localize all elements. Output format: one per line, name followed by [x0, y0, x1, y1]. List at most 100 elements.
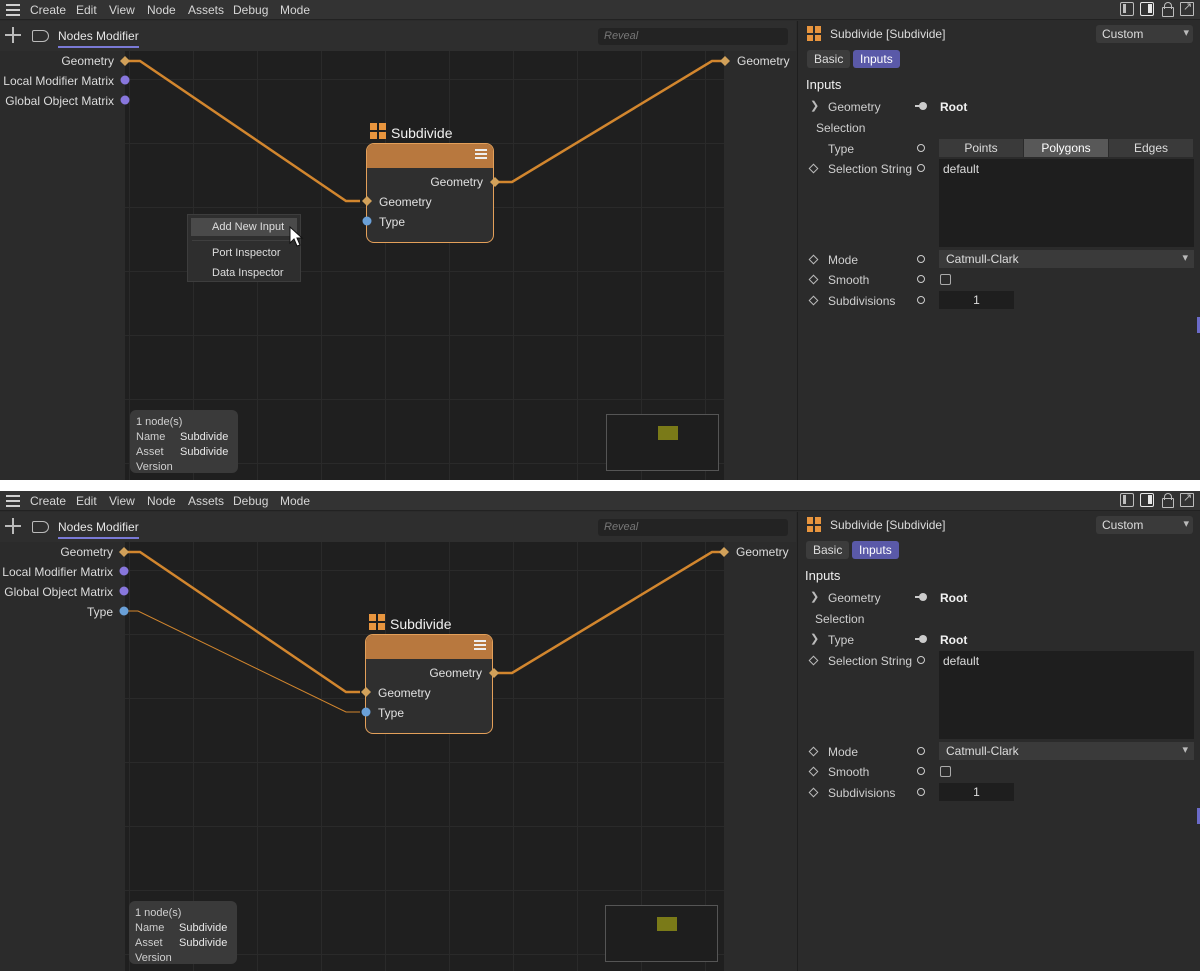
node-port-geometry-out[interactable] [489, 668, 499, 678]
menu-bar: Create Edit View Node Assets Debug Mode [0, 491, 1200, 511]
tab-inputs[interactable]: Inputs [853, 50, 900, 68]
port-circle-icon[interactable] [917, 164, 925, 172]
context-data-inspector[interactable]: Data Inspector [191, 264, 297, 282]
node-port-type-in[interactable] [362, 216, 372, 226]
menu-debug[interactable]: Debug [233, 3, 268, 17]
node-port-type-in[interactable] [361, 707, 371, 717]
smooth-label: Smooth [828, 273, 870, 287]
node-port-geometry-out[interactable] [490, 177, 500, 187]
subdivisions-input[interactable]: 1 [939, 783, 1014, 801]
port-circle-icon[interactable] [917, 747, 925, 755]
layout-left-icon[interactable] [1120, 493, 1134, 507]
row-mode: Mode Catmull-Clark [798, 742, 1200, 762]
type-root-value: Root [940, 633, 968, 647]
layout-left-icon[interactable] [1120, 2, 1134, 16]
chevron-right-icon[interactable]: ❯ [810, 632, 819, 645]
chevron-right-icon[interactable]: ❯ [810, 590, 819, 603]
hamburger-menu-icon[interactable] [6, 4, 20, 16]
smooth-checkbox[interactable] [940, 766, 951, 777]
context-port-inspector[interactable]: Port Inspector [191, 244, 297, 262]
port-circle-icon[interactable] [917, 788, 925, 796]
attr-title: Subdivide [Subdivide] [830, 518, 946, 532]
row-subdivisions: Subdivisions 1 [798, 783, 1200, 803]
menu-view[interactable]: View [109, 494, 135, 508]
keyframe-diamond-icon[interactable] [808, 787, 819, 798]
selection-string-input[interactable]: default [939, 651, 1194, 739]
mode-dropdown[interactable]: Catmull-Clark [939, 250, 1194, 268]
preset-dropdown[interactable]: Custom [1096, 516, 1193, 534]
port-circle-icon[interactable] [917, 255, 925, 263]
popout-icon[interactable] [1180, 491, 1194, 507]
connected-port-icon[interactable] [915, 635, 927, 643]
selection-group-label: Selection [816, 121, 866, 135]
keyframe-diamond-icon[interactable] [808, 295, 819, 306]
row-selection: Selection [798, 118, 1200, 138]
node-port-geometry-in[interactable] [362, 196, 372, 206]
node-ports [361, 668, 499, 717]
info-count: 1 node(s) [135, 907, 182, 919]
menu-debug[interactable]: Debug [233, 494, 268, 508]
keyframe-diamond-icon[interactable] [808, 274, 819, 285]
selection-group-label: Selection [815, 612, 865, 626]
menu-create[interactable]: Create [30, 3, 66, 17]
type-option-edges[interactable]: Edges [1109, 139, 1194, 157]
type-option-polygons[interactable]: Polygons [1024, 139, 1109, 157]
type-segmented: Points Polygons Edges [939, 139, 1194, 157]
tab-basic[interactable]: Basic [806, 541, 850, 559]
node-graph: Nodes Modifier Reveal Geometry Local Mod… [0, 21, 796, 480]
context-add-new-input[interactable]: Add New Input [191, 218, 297, 236]
layout-right-icon[interactable] [1140, 493, 1154, 507]
menu-mode[interactable]: Mode [280, 3, 310, 17]
menu-bar: Create Edit View Node Assets Debug Mode [0, 0, 1200, 20]
info-name-value: Subdivide [180, 431, 229, 443]
port-circle-icon[interactable] [917, 144, 925, 152]
port-circle-icon[interactable] [917, 275, 925, 283]
popout-icon[interactable] [1180, 0, 1194, 16]
menu-edit[interactable]: Edit [76, 494, 97, 508]
info-asset-label: Asset [135, 937, 163, 949]
chevron-right-icon[interactable]: ❯ [810, 99, 819, 112]
keyframe-diamond-icon[interactable] [808, 746, 819, 757]
port-circle-icon[interactable] [917, 656, 925, 664]
keyframe-diamond-icon[interactable] [808, 163, 819, 174]
minimap-node [657, 917, 677, 931]
keyframe-diamond-icon[interactable] [808, 655, 819, 666]
connected-port-icon[interactable] [915, 593, 927, 601]
port-circle-icon[interactable] [917, 296, 925, 304]
tab-basic[interactable]: Basic [807, 50, 851, 68]
connected-port-icon[interactable] [915, 102, 927, 110]
preset-dropdown[interactable]: Custom [1096, 25, 1193, 43]
keyframe-diamond-icon[interactable] [808, 766, 819, 777]
info-name-value: Subdivide [179, 922, 228, 934]
menu-assets[interactable]: Assets [188, 494, 224, 508]
row-subdivisions: Subdivisions 1 [798, 291, 1200, 311]
node-info-box: 1 node(s) Name Subdivide Asset Subdivide V… [129, 901, 237, 964]
menu-mode[interactable]: Mode [280, 494, 310, 508]
node-port-geometry-in[interactable] [361, 687, 371, 697]
hamburger-menu-icon[interactable] [6, 495, 20, 507]
smooth-checkbox[interactable] [940, 274, 951, 285]
menu-node[interactable]: Node [147, 494, 176, 508]
port-circle-icon[interactable] [917, 767, 925, 775]
menu-node[interactable]: Node [147, 3, 176, 17]
editor-panel-after: Create Edit View Node Assets Debug Mode … [0, 491, 1200, 971]
subdivisions-input[interactable]: 1 [939, 291, 1014, 309]
tab-inputs[interactable]: Inputs [852, 541, 899, 559]
lock-icon[interactable] [1160, 2, 1174, 17]
mode-dropdown[interactable]: Catmull-Clark [939, 742, 1194, 760]
menu-view[interactable]: View [109, 3, 135, 17]
mouse-cursor-icon [289, 226, 304, 247]
keyframe-diamond-icon[interactable] [808, 254, 819, 265]
menu-create[interactable]: Create [30, 494, 66, 508]
lock-icon[interactable] [1160, 493, 1174, 508]
minimap[interactable] [605, 905, 718, 962]
selection-string-input[interactable]: default [939, 159, 1194, 247]
row-mode: Mode Catmull-Clark [798, 250, 1200, 270]
row-selection: Selection [798, 609, 1200, 629]
menu-assets[interactable]: Assets [188, 3, 224, 17]
type-option-points[interactable]: Points [939, 139, 1024, 157]
layout-right-icon[interactable] [1140, 2, 1154, 16]
minimap[interactable] [606, 414, 719, 471]
menu-edit[interactable]: Edit [76, 3, 97, 17]
geometry-label: Geometry [828, 100, 881, 114]
